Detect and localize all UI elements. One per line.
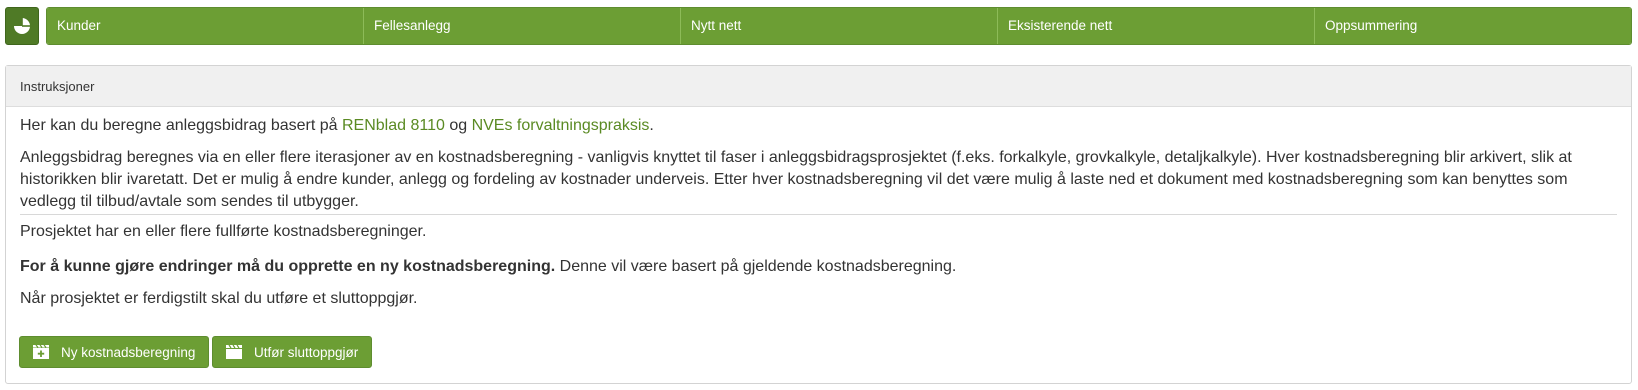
intro-text: Her kan du beregne anleggsbidrag basert …: [20, 115, 1617, 137]
status-text: Prosjektet har en eller flere fullførte …: [20, 223, 427, 240]
film-plus-icon: [32, 344, 50, 360]
tab-oppsummering[interactable]: Oppsummering: [1315, 8, 1631, 44]
clapperboard-icon: [225, 344, 243, 360]
tab-fellesanlegg[interactable]: Fellesanlegg: [364, 8, 681, 44]
divider: [20, 214, 1617, 215]
description-paragraph: Anleggsbidrag beregnes via en eller fler…: [20, 149, 1572, 210]
renblad-link[interactable]: RENblad 8110: [342, 117, 445, 134]
final-note: Når prosjektet er ferdigstilt skal du ut…: [20, 290, 418, 307]
tab-kunder[interactable]: Kunder: [47, 8, 364, 44]
tab-eksisterende-nett[interactable]: Eksisterende nett: [998, 8, 1315, 44]
notice-rest: Denne vil være basert på gjeldende kostn…: [555, 258, 957, 275]
intro-mid: og: [444, 117, 472, 134]
new-calculation-label: Ny kostnadsberegning: [61, 344, 196, 360]
nve-link[interactable]: NVEs forvaltningspraksis: [472, 117, 650, 134]
instructions-panel: Instruksjoner Her kan du beregne anleggs…: [5, 65, 1632, 384]
bold-notice: For å kunne gjøre endringer må du oppret…: [20, 258, 556, 275]
pie-chart-icon: [13, 17, 31, 35]
new-calculation-button[interactable]: Ny kostnadsberegning: [19, 336, 210, 368]
settlement-button[interactable]: Utfør sluttoppgjør: [212, 336, 373, 368]
notice-text: For å kunne gjøre endringer må du oppret…: [20, 256, 1617, 278]
wizard-tabs: Kunder Fellesanlegg Nytt nett Eksisteren…: [46, 7, 1632, 45]
panel-title: Instruksjoner: [6, 66, 1631, 107]
intro-prefix: Her kan du beregne anleggsbidrag basert …: [20, 117, 342, 134]
home-button[interactable]: [5, 7, 39, 45]
settlement-label: Utfør sluttoppgjør: [254, 344, 359, 360]
tab-nytt-nett[interactable]: Nytt nett: [681, 8, 998, 44]
intro-suffix: .: [649, 117, 654, 134]
